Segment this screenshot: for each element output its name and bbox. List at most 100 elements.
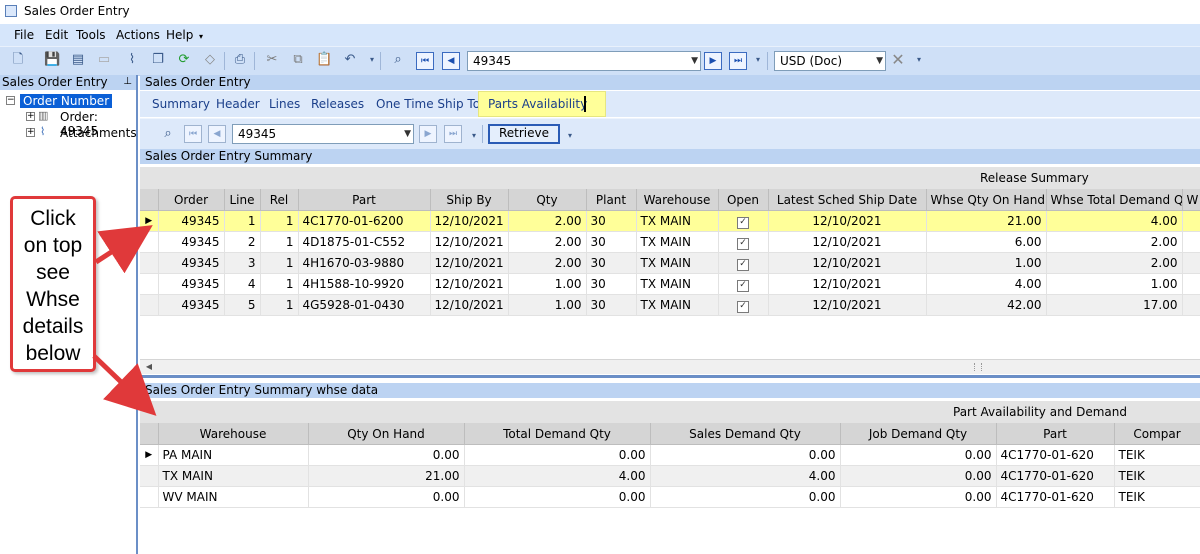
col-open[interactable]: Open xyxy=(718,189,769,211)
toolbar-overflow-icon[interactable]: ▾ xyxy=(364,52,380,68)
menu-tools[interactable]: Tools xyxy=(76,28,106,42)
col-order[interactable]: Order xyxy=(158,189,225,211)
copy-icon[interactable]: ⧉ xyxy=(290,52,306,68)
toolbar-overflow-icon-2[interactable]: ▾ xyxy=(750,52,766,68)
col-line[interactable]: Line xyxy=(224,189,261,211)
clear-icon[interactable]: ▭ xyxy=(96,52,112,68)
tab-header[interactable]: Header xyxy=(216,97,260,111)
table-row[interactable]: 49345 5 1 4G5928-01-0430 12/10/2021 1.00 30 TX … xyxy=(140,294,1200,316)
table-cell[interactable]: ✓ xyxy=(718,273,769,295)
col-qty-on-hand[interactable]: Qty On Hand xyxy=(308,423,465,445)
cut-icon[interactable]: ✂ xyxy=(264,52,280,68)
scroll-thumb-grip[interactable] xyxy=(974,363,982,371)
table-cell[interactable]: ✓ xyxy=(718,210,769,232)
chevron-down-icon[interactable]: ▼ xyxy=(876,52,883,70)
subtoolbar-overflow-icon[interactable]: ▾ xyxy=(466,128,482,144)
pin-icon[interactable]: ⊥ xyxy=(123,75,132,89)
last-record-button[interactable]: ⏭ xyxy=(444,125,462,143)
col-job-demand-qty[interactable]: Job Demand Qty xyxy=(840,423,997,445)
tab-summary[interactable]: Summary xyxy=(152,97,210,111)
tab-one-time-ship-to[interactable]: One Time Ship To xyxy=(376,97,480,111)
col-whse-total-demand-qty[interactable]: Whse Total Demand Qty xyxy=(1046,189,1183,211)
close-x-icon[interactable]: ✕ xyxy=(890,52,906,68)
row-selector[interactable] xyxy=(140,465,159,487)
row-selector[interactable] xyxy=(140,273,159,295)
tree-item-attachments[interactable]: Attachments xyxy=(60,126,137,140)
tab-lines[interactable]: Lines xyxy=(269,97,300,111)
sub-order-combo[interactable]: 49345 ▼ xyxy=(232,124,414,144)
order-number-combo[interactable]: 49345 ▼ xyxy=(467,51,701,71)
eraser-icon[interactable]: ◇ xyxy=(202,52,218,68)
chevron-down-icon[interactable]: ▼ xyxy=(691,52,698,70)
paste-icon[interactable]: 📋 xyxy=(316,52,332,68)
attach-icon[interactable]: ⌇ xyxy=(124,52,140,68)
refresh-icon[interactable]: ⟳ xyxy=(176,52,192,68)
col-whse-qty-on-hand[interactable]: Whse Qty On Hand xyxy=(926,189,1047,211)
print-icon[interactable]: ⎙ xyxy=(232,52,248,68)
table-row[interactable]: 49345 3 1 4H1670-03-9880 12/10/2021 2.00 30 TX … xyxy=(140,252,1200,274)
expand-icon[interactable]: + xyxy=(26,112,35,121)
col-warehouse[interactable]: Warehouse xyxy=(636,189,719,211)
next-record-button[interactable]: ▶ xyxy=(704,52,722,70)
col-warehouse[interactable]: Warehouse xyxy=(158,423,309,445)
save-icon[interactable]: 💾 xyxy=(44,52,60,68)
next-record-button[interactable]: ▶ xyxy=(419,125,437,143)
toolbar-overflow-icon-3[interactable]: ▾ xyxy=(911,52,927,68)
col-qty[interactable]: Qty xyxy=(508,189,587,211)
chevron-down-icon[interactable]: ▼ xyxy=(404,125,411,143)
notes-icon[interactable]: ▤ xyxy=(70,52,86,68)
undo-icon[interactable]: ↶ xyxy=(342,52,358,68)
tab-parts-availability[interactable]: Parts Availability xyxy=(478,91,606,117)
copy-record-icon[interactable]: ❐ xyxy=(150,52,166,68)
tree-root-order-number[interactable]: Order Number xyxy=(20,94,113,108)
currency-combo[interactable]: USD (Doc) ▼ xyxy=(774,51,886,71)
open-checkbox[interactable]: ✓ xyxy=(737,238,749,250)
new-document-icon[interactable]: 🗋 xyxy=(10,52,26,68)
menu-file[interactable]: File xyxy=(14,28,34,42)
table-row[interactable]: ▶ 49345 1 1 4C1770-01-6200 12/10/2021 2.00 30 TX… xyxy=(140,210,1200,232)
retrieve-button[interactable]: Retrieve xyxy=(488,124,560,144)
col-plant[interactable]: Plant xyxy=(586,189,637,211)
table-row[interactable]: 49345 4 1 4H1588-10-9920 12/10/2021 1.00 30 TX … xyxy=(140,273,1200,295)
row-selector[interactable]: ▶ xyxy=(140,210,159,232)
menu-edit[interactable]: Edit xyxy=(45,28,68,42)
previous-record-button[interactable]: ◀ xyxy=(208,125,226,143)
col-ship-by[interactable]: Ship By xyxy=(430,189,509,211)
expand-icon[interactable]: + xyxy=(26,128,35,137)
binoculars-search-icon[interactable]: ⌕ xyxy=(160,126,176,142)
col-total-demand-qty[interactable]: Total Demand Qty xyxy=(464,423,651,445)
retrieve-dropdown-icon[interactable]: ▾ xyxy=(562,128,578,144)
binoculars-search-icon[interactable]: ⌕ xyxy=(390,52,406,68)
open-checkbox[interactable]: ✓ xyxy=(737,259,749,271)
open-checkbox[interactable]: ✓ xyxy=(737,280,749,292)
open-checkbox[interactable]: ✓ xyxy=(737,217,749,229)
col-rel[interactable]: Rel xyxy=(260,189,299,211)
open-checkbox[interactable]: ✓ xyxy=(737,301,749,313)
tab-releases[interactable]: Releases xyxy=(311,97,364,111)
summary-horizontal-scrollbar[interactable]: ◀ xyxy=(140,359,1200,374)
row-selector[interactable] xyxy=(140,294,159,316)
table-cell[interactable]: ✓ xyxy=(718,294,769,316)
col-part[interactable]: Part xyxy=(298,189,431,211)
last-record-button[interactable]: ⏭ xyxy=(729,52,747,70)
menu-actions[interactable]: Actions xyxy=(116,28,160,42)
table-cell[interactable]: ✓ xyxy=(718,252,769,274)
col-part[interactable]: Part xyxy=(996,423,1115,445)
splitter[interactable] xyxy=(140,375,1200,378)
col-w-truncated[interactable]: W xyxy=(1182,189,1200,211)
first-record-button[interactable]: ⏮ xyxy=(184,125,202,143)
row-selector[interactable] xyxy=(140,486,159,508)
table-row[interactable]: 49345 2 1 4D1875-01-C552 12/10/2021 2.00 30 TX … xyxy=(140,231,1200,253)
scroll-left-icon[interactable]: ◀ xyxy=(142,360,156,374)
menu-overflow-icon[interactable]: ▾ xyxy=(199,32,203,41)
col-sales-demand-qty[interactable]: Sales Demand Qty xyxy=(650,423,841,445)
table-cell[interactable]: ✓ xyxy=(718,231,769,253)
table-row[interactable]: ▶ PA MAIN 0.00 0.00 0.00 0.00 4C1770-01-620 TEI… xyxy=(140,444,1200,466)
table-row[interactable]: TX MAIN 21.00 4.00 4.00 0.00 4C1770-01-620 TEI… xyxy=(140,465,1200,487)
first-record-button[interactable]: ⏮ xyxy=(416,52,434,70)
menu-help[interactable]: Help xyxy=(166,28,193,42)
col-company-truncated[interactable]: Compar xyxy=(1114,423,1200,445)
collapse-icon[interactable]: − xyxy=(6,96,15,105)
row-selector[interactable] xyxy=(140,252,159,274)
previous-record-button[interactable]: ◀ xyxy=(442,52,460,70)
